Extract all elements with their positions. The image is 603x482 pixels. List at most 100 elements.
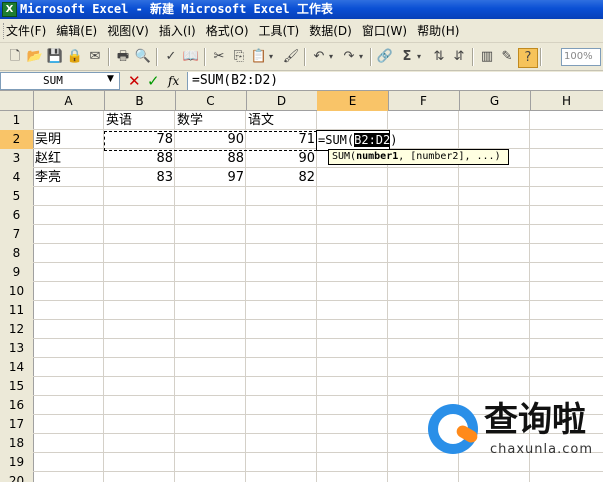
column-gridline [387, 111, 388, 482]
row-header-9[interactable]: 9 [0, 263, 34, 283]
standard-toolbar: 🗋 📂 💾 🔒 ✉ 🖶 🔍 ✓ 📖 ✂ ⎘ 📋 ▾ 🖌 ↶ ▾ ↷ ▾ 🔗 Σ … [0, 43, 603, 71]
excel-icon: X [2, 2, 17, 17]
name-box[interactable]: SUM [0, 72, 120, 90]
column-header-h[interactable]: H [530, 91, 603, 111]
row-header-14[interactable]: 14 [0, 358, 34, 378]
row-gridline [33, 338, 603, 339]
menu-data[interactable]: 数据(D) [309, 19, 352, 43]
row-gridline [33, 357, 603, 358]
menu-tools[interactable]: 工具(T) [259, 19, 300, 43]
row-header-7[interactable]: 7 [0, 225, 34, 245]
column-header-b[interactable]: B [104, 91, 176, 111]
menu-format[interactable]: 格式(O) [206, 19, 249, 43]
row-header-3[interactable]: 3 [0, 149, 34, 169]
tooltip-current-arg[interactable]: number1 [356, 151, 398, 162]
print-icon[interactable]: 🖶 [114, 48, 132, 66]
new-icon[interactable]: 🗋 [6, 48, 24, 66]
row-header-5[interactable]: 5 [0, 187, 34, 207]
row-header-20[interactable]: 20 [0, 472, 34, 482]
research-icon[interactable]: 📖 [182, 48, 200, 66]
help-assistant-icon[interactable]: ? [518, 48, 538, 68]
column-header-g[interactable]: G [459, 91, 531, 111]
cell-a3[interactable]: 赵红 [33, 149, 104, 168]
menu-window[interactable]: 窗口(W) [362, 19, 407, 43]
formula-input[interactable]: =SUM(B2:D2) [187, 72, 603, 90]
row-header-13[interactable]: 13 [0, 339, 34, 359]
menu-edit[interactable]: 编辑(E) [56, 19, 97, 43]
cut-icon[interactable]: ✂ [210, 48, 228, 66]
function-tooltip[interactable]: SUM(number1, [number2], ...) [328, 149, 509, 165]
hyperlink-icon[interactable]: 🔗 [376, 48, 394, 66]
redo-dropdown-icon[interactable]: ▾ [356, 48, 366, 66]
cell-b4[interactable]: 83 [104, 168, 175, 187]
watermark-url: chaxunla.com [490, 442, 593, 457]
cell-edit-text[interactable]: =SUM(B2:D2) [318, 131, 397, 150]
row-header-11[interactable]: 11 [0, 301, 34, 321]
column-header-e[interactable]: E [317, 91, 389, 111]
column-header-d[interactable]: D [246, 91, 318, 111]
insert-function-button[interactable]: fx [168, 72, 179, 90]
row-header-16[interactable]: 16 [0, 396, 34, 416]
print-preview-icon[interactable]: 🔍 [134, 48, 152, 66]
undo-dropdown-icon[interactable]: ▾ [326, 48, 336, 66]
row-gridline [33, 281, 603, 282]
chevron-down-icon[interactable]: ▼ [107, 74, 114, 84]
drawing-icon[interactable]: ✎ [498, 48, 516, 66]
open-icon[interactable]: 📂 [26, 48, 44, 66]
row-gridline [33, 262, 603, 263]
zoom-box[interactable]: 100% [561, 48, 601, 66]
row-header-17[interactable]: 17 [0, 415, 34, 435]
paste-dropdown-icon[interactable]: ▾ [266, 48, 276, 66]
row-gridline [33, 243, 603, 244]
row-header-10[interactable]: 10 [0, 282, 34, 302]
enter-button[interactable]: ✓ [147, 72, 160, 90]
menu-view[interactable]: 视图(V) [107, 19, 149, 43]
chart-wizard-icon[interactable]: ▥ [478, 48, 496, 66]
row-header-2[interactable]: 2 [0, 130, 34, 150]
column-header-c[interactable]: C [175, 91, 247, 111]
autosum-dropdown-icon[interactable]: ▾ [414, 48, 424, 66]
cell-c3[interactable]: 88 [175, 149, 246, 168]
row-header-6[interactable]: 6 [0, 206, 34, 226]
window-title: Microsoft Excel - 新建 Microsoft Excel 工作表 [20, 2, 333, 16]
row-header-8[interactable]: 8 [0, 244, 34, 264]
cell-b3[interactable]: 88 [104, 149, 175, 168]
tooltip-function: SUM( [332, 151, 357, 162]
email-icon[interactable]: ✉ [86, 48, 104, 66]
cell-c4[interactable]: 97 [175, 168, 246, 187]
select-all-corner[interactable] [0, 91, 34, 111]
cell-d3[interactable]: 90 [246, 149, 317, 168]
cell-d4[interactable]: 82 [246, 168, 317, 187]
sort-ascending-icon[interactable]: ⇅ [430, 48, 448, 66]
row-header-18[interactable]: 18 [0, 434, 34, 454]
cell-c1[interactable]: 数学 [175, 111, 246, 130]
format-painter-icon[interactable]: 🖌 [282, 48, 300, 66]
save-icon[interactable]: 💾 [46, 48, 64, 66]
cell-a2[interactable]: 吴明 [33, 130, 104, 149]
menu-insert[interactable]: 插入(I) [159, 19, 196, 43]
copy-icon[interactable]: ⎘ [230, 48, 248, 66]
menu-help[interactable]: 帮助(H) [417, 19, 459, 43]
row-header-19[interactable]: 19 [0, 453, 34, 473]
row-gridline [33, 224, 603, 225]
menu-file[interactable]: 文件(F) [6, 19, 46, 43]
menu-bar: 文件(F) 编辑(E) 视图(V) 插入(I) 格式(O) 工具(T) 数据(D… [0, 19, 603, 43]
row-header-15[interactable]: 15 [0, 377, 34, 397]
row-header-1[interactable]: 1 [0, 111, 34, 131]
row-gridline [33, 376, 603, 377]
cancel-button[interactable]: ✕ [128, 72, 141, 90]
watermark-brand: 查询啦 [484, 400, 586, 440]
row-gridline [33, 471, 603, 472]
spelling-icon[interactable]: ✓ [162, 48, 180, 66]
row-header-4[interactable]: 4 [0, 168, 34, 188]
cell-b1[interactable]: 英语 [104, 111, 175, 130]
cell-d1[interactable]: 语文 [246, 111, 317, 130]
row-header-12[interactable]: 12 [0, 320, 34, 340]
sort-descending-icon[interactable]: ⇵ [450, 48, 468, 66]
formula-suffix: ) [390, 133, 398, 147]
column-header-f[interactable]: F [388, 91, 460, 111]
row-gridline [33, 395, 603, 396]
column-header-a[interactable]: A [33, 91, 105, 111]
cell-a4[interactable]: 李亮 [33, 168, 104, 187]
permission-icon[interactable]: 🔒 [66, 48, 84, 66]
